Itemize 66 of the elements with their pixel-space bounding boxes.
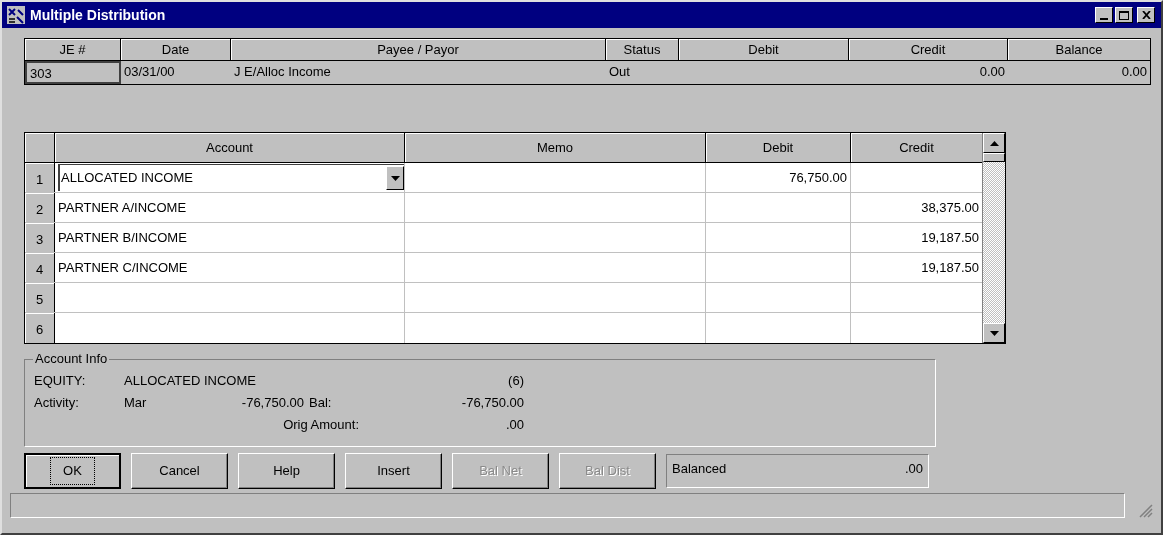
- status-amount: .00: [904, 460, 923, 478]
- scroll-up-button[interactable]: [983, 133, 1005, 153]
- info-label: Orig Amount:: [282, 417, 359, 433]
- column-header[interactable]: Credit: [849, 39, 1008, 61]
- dropdown-arrow-icon: [390, 175, 400, 181]
- table-cell-text: PARTNER A/INCOME: [58, 198, 187, 217]
- dialog-button[interactable]: Cancel: [131, 453, 228, 489]
- info-value: (6): [507, 373, 524, 389]
- dialog-button: Bal Dist: [559, 453, 656, 489]
- entry-number: 303: [30, 66, 52, 81]
- row-number: 2: [25, 193, 55, 222]
- row-number: 5: [25, 283, 55, 312]
- column-header[interactable]: Payee / Payor: [231, 39, 606, 61]
- status-label: Balanced: [672, 460, 727, 478]
- info-label: EQUITY:: [34, 373, 87, 389]
- info-label: Activity:: [34, 395, 80, 411]
- down-arrow-icon: [989, 330, 999, 336]
- row-number: 3: [25, 223, 55, 252]
- info-value: Mar: [124, 395, 148, 411]
- table-cell-text: 38,375.00: [921, 198, 979, 217]
- dialog-button[interactable]: OK: [24, 453, 121, 489]
- table-cell-text: 19,187.50: [921, 258, 979, 277]
- info-value: -76,750.00: [240, 395, 304, 411]
- column-header[interactable]: Debit: [706, 133, 851, 162]
- row-number: 4: [25, 253, 55, 282]
- scroll-thumb[interactable]: [983, 153, 1005, 162]
- table-cell: 0.00: [1121, 64, 1147, 79]
- scrollbar[interactable]: [982, 133, 1005, 343]
- table-cell-text: 19,187.50: [921, 228, 979, 247]
- info-value: ALLOCATED INCOME: [124, 373, 257, 389]
- scroll-down-button[interactable]: [983, 323, 1005, 343]
- maximize-icon: [1119, 10, 1129, 20]
- window-title: Multiple Distribution: [30, 5, 167, 25]
- table-cell: 0.00: [979, 64, 1005, 79]
- info-label: Bal:: [308, 395, 333, 411]
- column-header[interactable]: Debit: [679, 39, 849, 61]
- info-value: .00: [504, 417, 524, 433]
- minimize-button[interactable]: [1095, 7, 1113, 23]
- close-icon: [1141, 11, 1151, 19]
- column-header[interactable]: Account: [55, 133, 405, 162]
- dialog-button: Bal Net: [452, 453, 549, 489]
- table-cell: 03/31/00: [124, 64, 175, 79]
- row-number: 6: [25, 313, 55, 343]
- row-number: 1: [25, 163, 55, 192]
- table-cell-text: PARTNER B/INCOME: [58, 228, 187, 247]
- minimize-icon: [1100, 18, 1108, 20]
- dropdown-button[interactable]: [386, 166, 404, 190]
- up-arrow-icon: [989, 140, 999, 146]
- info-value: -76,750.00: [460, 395, 524, 411]
- column-header[interactable]: Date: [121, 39, 231, 61]
- app-icon: [6, 5, 26, 25]
- account-dropdown[interactable]: ALLOCATED INCOME: [58, 164, 404, 191]
- column-header[interactable]: Balance: [1008, 39, 1150, 61]
- column-header[interactable]: Memo: [405, 133, 706, 162]
- table-cell-text: 76,750.00: [789, 168, 847, 187]
- resize-grip-icon[interactable]: [1139, 504, 1153, 518]
- maximize-button[interactable]: [1115, 7, 1133, 23]
- dialog-button[interactable]: Insert: [345, 453, 442, 489]
- column-header[interactable]: Credit: [851, 133, 982, 162]
- column-header[interactable]: JE #: [25, 39, 121, 61]
- dialog-button[interactable]: Help: [238, 453, 335, 489]
- table-cell: Out: [609, 64, 630, 79]
- close-button[interactable]: [1137, 7, 1155, 23]
- table-cell-text: PARTNER C/INCOME: [58, 258, 188, 277]
- column-header[interactable]: Status: [606, 39, 679, 61]
- table-cell: J E/Alloc Income: [234, 64, 331, 79]
